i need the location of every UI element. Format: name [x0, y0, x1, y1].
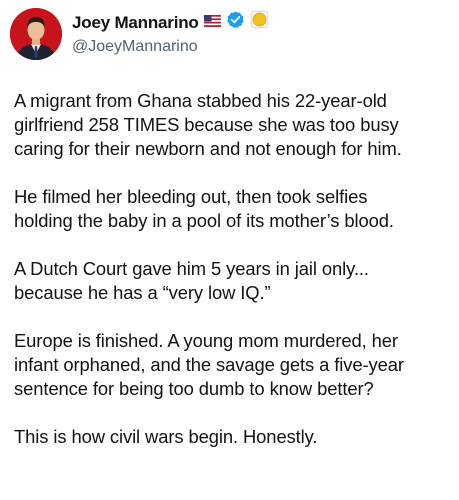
user-handle[interactable]: @JoeyMannarino [72, 36, 269, 58]
avatar[interactable] [10, 8, 62, 60]
post-paragraph: A migrant from Ghana stabbed his 22-year… [14, 90, 402, 159]
us-flag-icon [203, 13, 221, 33]
post-text: A migrant from Ghana stabbed his 22-year… [14, 89, 454, 473]
post-paragraph: He filmed her bleeding out, then took se… [14, 186, 394, 231]
avatar-image [10, 8, 62, 60]
post-paragraph: This is how civil wars begin. Honestly. [14, 426, 318, 447]
display-name[interactable]: Joey Mannarino [72, 13, 199, 33]
verified-badge-icon[interactable] [226, 10, 245, 35]
name-row: Joey Mannarino [72, 10, 269, 35]
post: Joey Mannarino @JoeyMannarino A migrant … [0, 0, 459, 500]
post-paragraph: A Dutch Court gave him 5 years in jail o… [14, 258, 369, 303]
gold-affiliation-badge-icon[interactable] [250, 10, 269, 35]
author-names: Joey Mannarino @JoeyMannarino [72, 8, 269, 60]
post-paragraph: Europe is finished. A young mom murdered… [14, 330, 404, 399]
post-header: Joey Mannarino @JoeyMannarino [10, 6, 269, 62]
